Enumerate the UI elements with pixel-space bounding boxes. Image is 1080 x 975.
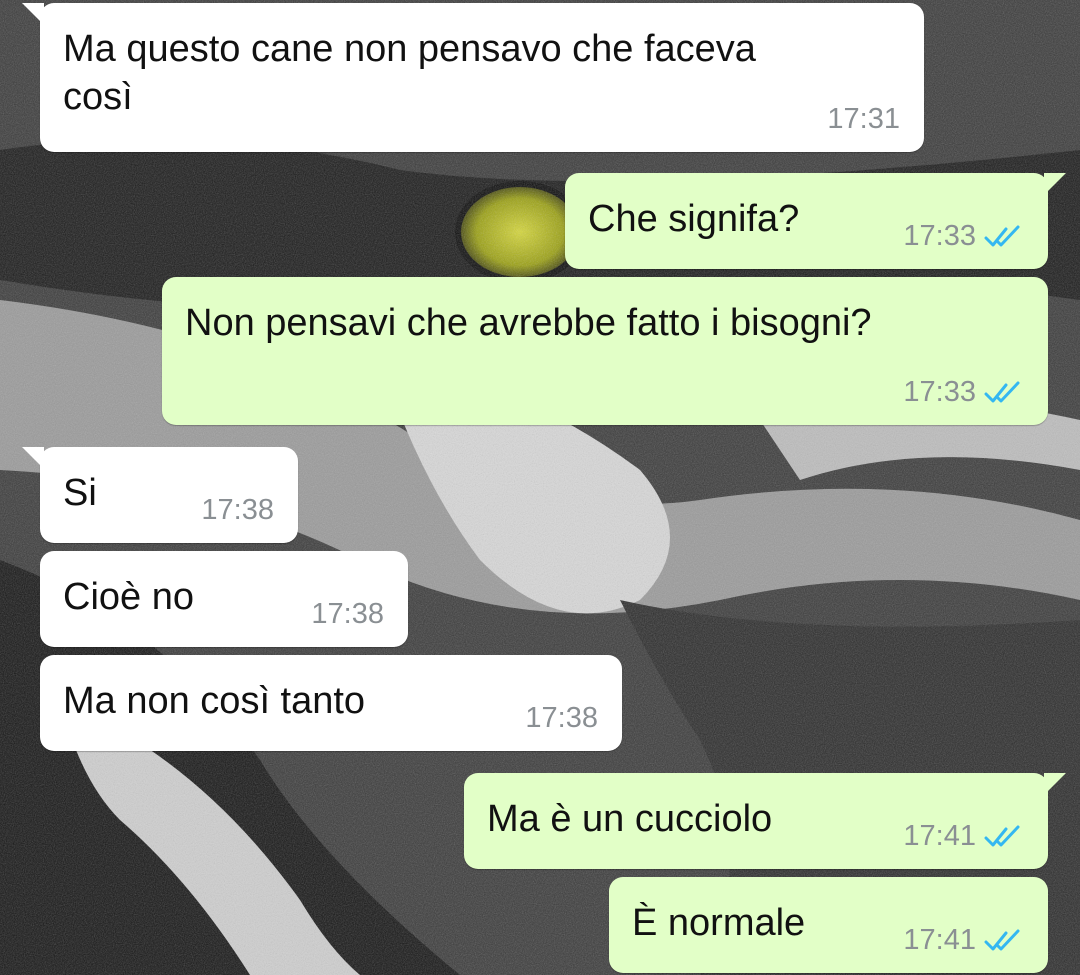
message-timestamp: 17:33	[903, 220, 976, 252]
double-check-read-icon	[984, 225, 1020, 246]
incoming-message-bubble[interactable]: Cioè no 17:38	[40, 551, 408, 647]
message-text: Ma questo cane non pensavo che faceva co…	[63, 28, 756, 118]
message-text: Ma non così tanto	[63, 680, 366, 722]
message-timestamp: 17:38	[201, 494, 274, 526]
message-timestamp: 17:33	[903, 376, 976, 408]
message-timestamp: 17:41	[903, 820, 976, 852]
incoming-message-bubble[interactable]: Ma questo cane non pensavo che faceva co…	[22, 3, 924, 152]
message-meta: 17:33	[903, 220, 1024, 253]
double-check-read-icon	[984, 381, 1020, 402]
bubble-tail	[22, 3, 44, 25]
outgoing-message-bubble[interactable]: Che signifa? 17:33	[565, 173, 1066, 269]
message-meta: 17:38	[311, 598, 384, 631]
message-timestamp: 17:38	[311, 598, 384, 630]
outgoing-message-bubble[interactable]: È normale 17:41	[609, 877, 1048, 973]
message-timestamp: 17:38	[525, 702, 598, 734]
outgoing-message-bubble[interactable]: Non pensavi che avrebbe fatto i bisogni?…	[162, 277, 1048, 425]
outgoing-message-bubble[interactable]: Ma è un cucciolo 17:41	[464, 773, 1066, 869]
message-meta: 17:41	[903, 924, 1024, 957]
bubble-tail	[22, 447, 44, 469]
bubble-tail	[1044, 773, 1066, 795]
incoming-message-bubble[interactable]: Si 17:38	[22, 447, 298, 543]
double-check-read-icon	[984, 825, 1020, 846]
message-meta: 17:38	[201, 494, 274, 527]
message-meta: 17:33	[903, 376, 1024, 409]
message-meta: 17:38	[525, 702, 598, 735]
incoming-message-bubble[interactable]: Ma non così tanto 17:38	[40, 655, 622, 751]
message-meta: 17:41	[903, 820, 1024, 853]
message-text: Non pensavi che avrebbe fatto i bisogni?	[185, 302, 872, 344]
double-check-read-icon	[984, 929, 1020, 950]
message-meta: 17:31	[827, 103, 900, 136]
bubble-tail	[1044, 173, 1066, 195]
message-timestamp: 17:31	[827, 103, 900, 135]
message-timestamp: 17:41	[903, 924, 976, 956]
